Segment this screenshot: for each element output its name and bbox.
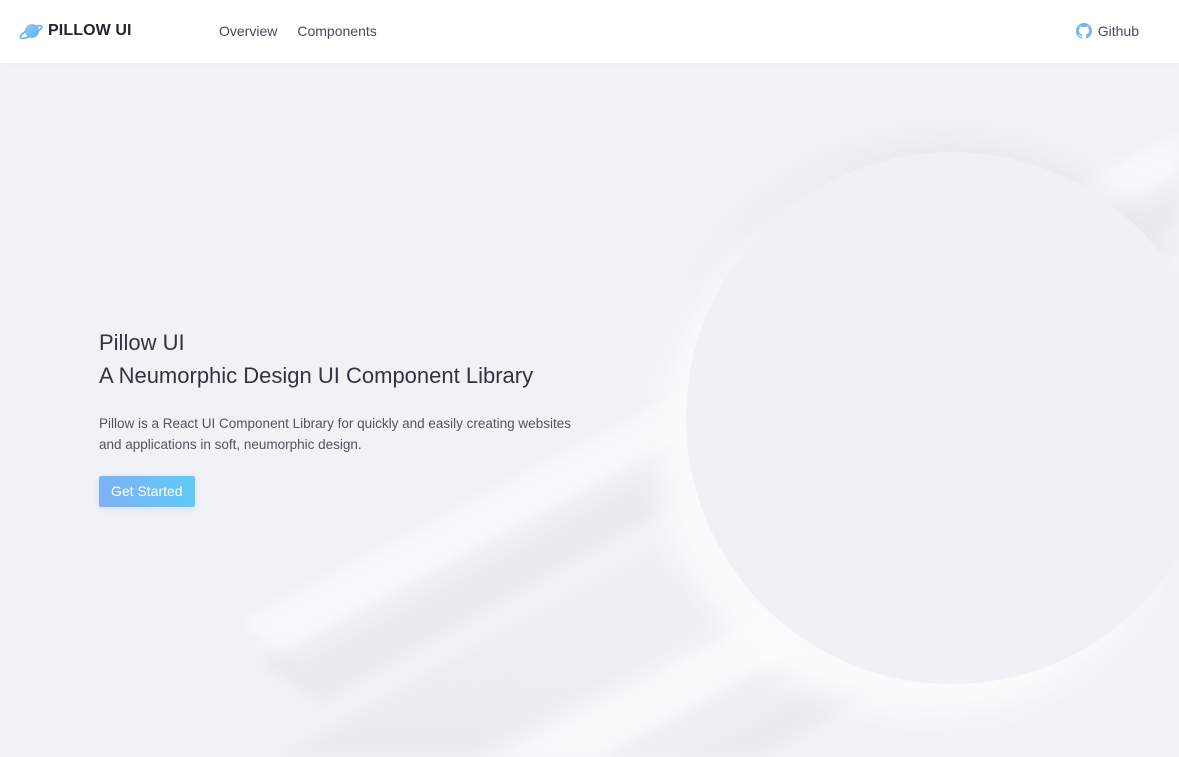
github-link[interactable]: Github [1075, 22, 1139, 40]
brand-name: PILLOW UI [48, 22, 132, 39]
hero-description: Pillow is a React UI Component Library f… [99, 413, 589, 455]
nav-link-overview[interactable]: Overview [219, 22, 277, 40]
hero-subtitle: A Neumorphic Design UI Component Library [99, 363, 534, 388]
main-nav: Overview Components [219, 22, 377, 40]
github-icon [1075, 23, 1092, 39]
hero-content: Pillow UI A Neumorphic Design UI Compone… [99, 328, 619, 507]
github-label: Github [1097, 23, 1139, 39]
hero-description-line-1: Pillow is a React UI Component Library f… [99, 416, 571, 431]
top-navbar: PILLOW UI Overview Components Github [0, 0, 1179, 63]
planet-icon [19, 20, 43, 42]
nav-link-components[interactable]: Components [297, 22, 376, 40]
get-started-button[interactable]: Get Started [99, 476, 195, 507]
hero-section: Pillow UI A Neumorphic Design UI Compone… [0, 63, 1179, 757]
hero-title: Pillow UI [99, 330, 185, 355]
brand-logo-link[interactable]: PILLOW UI [19, 19, 132, 43]
hero-description-line-2: and applications in soft, neumorphic des… [99, 437, 362, 452]
